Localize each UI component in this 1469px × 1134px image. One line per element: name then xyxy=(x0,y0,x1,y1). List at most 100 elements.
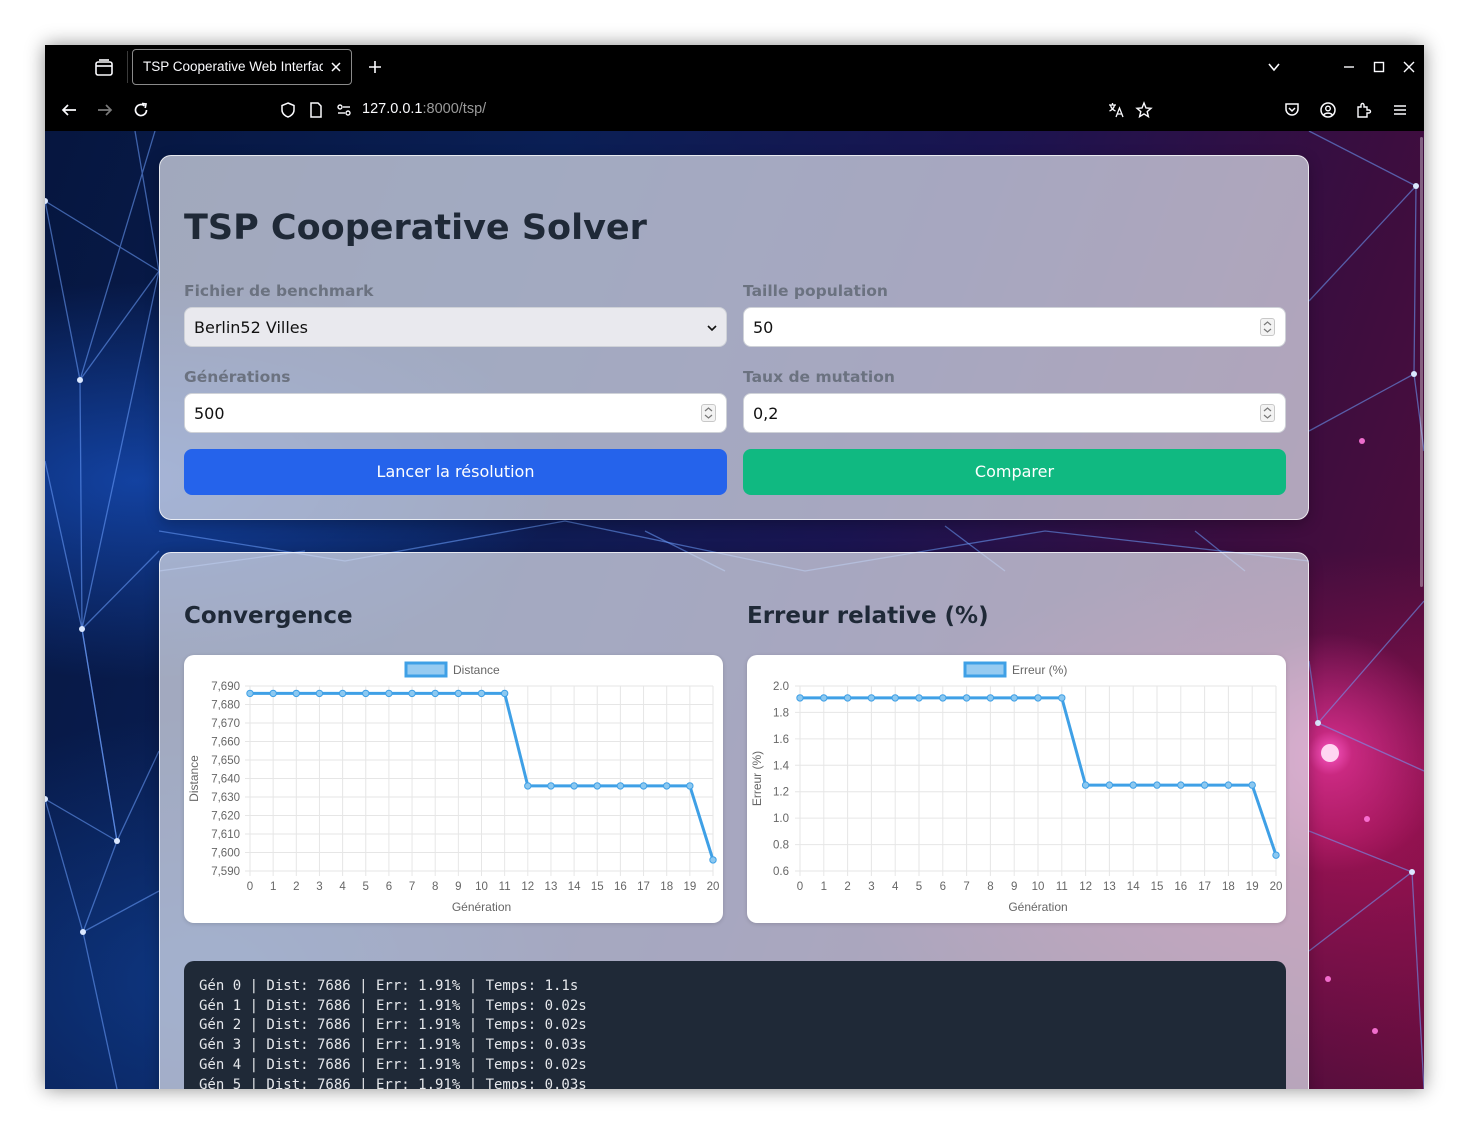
pocket-icon[interactable] xyxy=(1283,101,1301,119)
y-tick-label: 1.2 xyxy=(773,787,789,799)
close-icon[interactable] xyxy=(329,60,343,74)
x-tick-label: 9 xyxy=(455,881,461,893)
x-tick-label: 19 xyxy=(683,881,696,893)
new-tab-icon[interactable] xyxy=(366,58,384,76)
shield-icon[interactable] xyxy=(279,101,297,119)
data-point xyxy=(639,782,648,790)
log-line: Gén 3 | Dist: 7686 | Err: 1.91% | Temps:… xyxy=(199,1037,587,1054)
y-tick-label: 7,680 xyxy=(211,700,240,712)
x-tick-label: 11 xyxy=(499,881,511,893)
url-bar[interactable]: 127.0.0.1:8000/tsp/ xyxy=(362,101,486,117)
y-tick-label: 0.8 xyxy=(773,840,789,852)
x-tick-label: 19 xyxy=(1246,881,1259,893)
data-point xyxy=(269,689,277,698)
generation-log: Gén 0 | Dist: 7686 | Err: 1.91% | Temps:… xyxy=(184,961,1286,1089)
convergence-chart-svg: 0 1 2 3 4 5 6 7 8 9 10 11 12 13 14 15 16 17 18 19 207,6907,6… xyxy=(187,661,720,914)
mutation-input[interactable]: 0,2 xyxy=(743,393,1286,433)
menu-icon[interactable] xyxy=(1391,101,1409,119)
error-title: Erreur relative (%) xyxy=(747,603,989,629)
x-tick-label: 9 xyxy=(1011,881,1017,893)
data-point xyxy=(820,694,828,702)
data-point xyxy=(1177,781,1185,789)
x-tick-label: 20 xyxy=(707,881,720,893)
data-point xyxy=(1200,781,1209,789)
y-tick-label: 7,690 xyxy=(211,681,240,693)
data-point xyxy=(477,689,486,698)
y-tick-label: 2.0 xyxy=(773,681,789,693)
forward-arrow-icon[interactable] xyxy=(96,101,114,119)
data-point xyxy=(1224,781,1233,789)
maximize-icon[interactable] xyxy=(1371,59,1387,75)
window-close-icon[interactable] xyxy=(1401,59,1417,75)
legend-label: Distance xyxy=(453,663,500,677)
x-tick-label: 20 xyxy=(1270,881,1283,893)
x-tick-label: 12 xyxy=(1079,881,1092,893)
url-host: 127.0.0.1 xyxy=(362,101,423,117)
compare-button[interactable]: Comparer xyxy=(743,449,1286,495)
population-stepper[interactable] xyxy=(1260,318,1275,336)
x-tick-label: 5 xyxy=(916,881,922,893)
generations-stepper[interactable] xyxy=(701,404,716,422)
y-tick-label: 0.6 xyxy=(773,866,789,878)
population-label: Taille population xyxy=(743,282,888,300)
x-axis-label: Génération xyxy=(1008,900,1067,914)
log-line: Gén 0 | Dist: 7686 | Err: 1.91% | Temps:… xyxy=(199,978,579,994)
population-input[interactable]: 50 xyxy=(743,307,1286,347)
tab-bar: TSP Cooperative Web Interface xyxy=(45,45,1424,89)
data-point xyxy=(867,694,876,702)
data-point xyxy=(1153,781,1161,789)
generations-input[interactable]: 500 xyxy=(184,393,727,433)
page-icon[interactable] xyxy=(307,101,325,119)
x-tick-label: 6 xyxy=(940,881,946,893)
star-icon[interactable] xyxy=(1135,101,1153,119)
mutation-stepper[interactable] xyxy=(1260,404,1275,422)
population-value: 50 xyxy=(753,318,774,337)
x-tick-label: 1 xyxy=(821,881,827,893)
data-point xyxy=(986,694,995,702)
url-path: :8000/tsp/ xyxy=(422,101,487,117)
data-point xyxy=(709,856,717,864)
x-tick-label: 14 xyxy=(568,881,581,893)
x-tick-label: 13 xyxy=(1103,881,1116,893)
y-tick-label: 7,610 xyxy=(211,829,240,841)
x-tick-label: 17 xyxy=(637,881,650,893)
x-tick-label: 18 xyxy=(660,881,673,893)
benchmark-select[interactable]: Berlin52 Villes xyxy=(184,307,727,347)
x-tick-label: 15 xyxy=(591,881,604,893)
page-scrollbar[interactable] xyxy=(1420,137,1423,587)
chevron-down-icon[interactable] xyxy=(1266,59,1282,75)
data-point xyxy=(593,782,601,790)
legend-swatch xyxy=(404,661,448,678)
y-tick-label: 7,640 xyxy=(211,774,240,786)
permissions-icon[interactable] xyxy=(335,101,353,119)
tab-list-icon[interactable] xyxy=(93,57,115,79)
browser-tab[interactable]: TSP Cooperative Web Interface xyxy=(132,49,352,85)
log-line: Gén 1 | Dist: 7686 | Err: 1.91% | Temps:… xyxy=(199,997,587,1014)
x-tick-label: 3 xyxy=(868,881,874,893)
data-point xyxy=(1058,694,1066,702)
x-tick-label: 10 xyxy=(475,881,488,893)
x-tick-label: 17 xyxy=(1198,881,1211,893)
x-tick-label: 8 xyxy=(432,881,438,893)
data-point xyxy=(1105,781,1114,789)
extensions-icon[interactable] xyxy=(1355,101,1373,119)
error-chart-svg: 0 1 2 3 4 5 6 7 8 9 10 11 12 13 14 15 16 17 18 19 202.01.81.… xyxy=(750,661,1283,914)
account-icon[interactable] xyxy=(1319,101,1337,119)
chevron-down-icon xyxy=(706,323,718,333)
y-tick-label: 7,660 xyxy=(211,737,240,749)
data-point xyxy=(500,689,509,698)
reload-icon[interactable] xyxy=(132,101,150,119)
data-point xyxy=(454,689,463,698)
y-tick-label: 7,650 xyxy=(211,755,240,767)
x-tick-label: 18 xyxy=(1222,881,1235,893)
run-button[interactable]: Lancer la résolution xyxy=(184,449,727,495)
x-tick-label: 4 xyxy=(892,881,899,893)
back-arrow-icon[interactable] xyxy=(60,101,78,119)
y-tick-label: 1.6 xyxy=(773,734,789,746)
page-title: TSP Cooperative Solver xyxy=(184,208,647,248)
data-point xyxy=(362,689,370,698)
data-point xyxy=(915,694,923,702)
translate-icon[interactable] xyxy=(1107,101,1125,119)
y-tick-label: 7,590 xyxy=(211,866,240,878)
minimize-icon[interactable] xyxy=(1341,59,1357,75)
